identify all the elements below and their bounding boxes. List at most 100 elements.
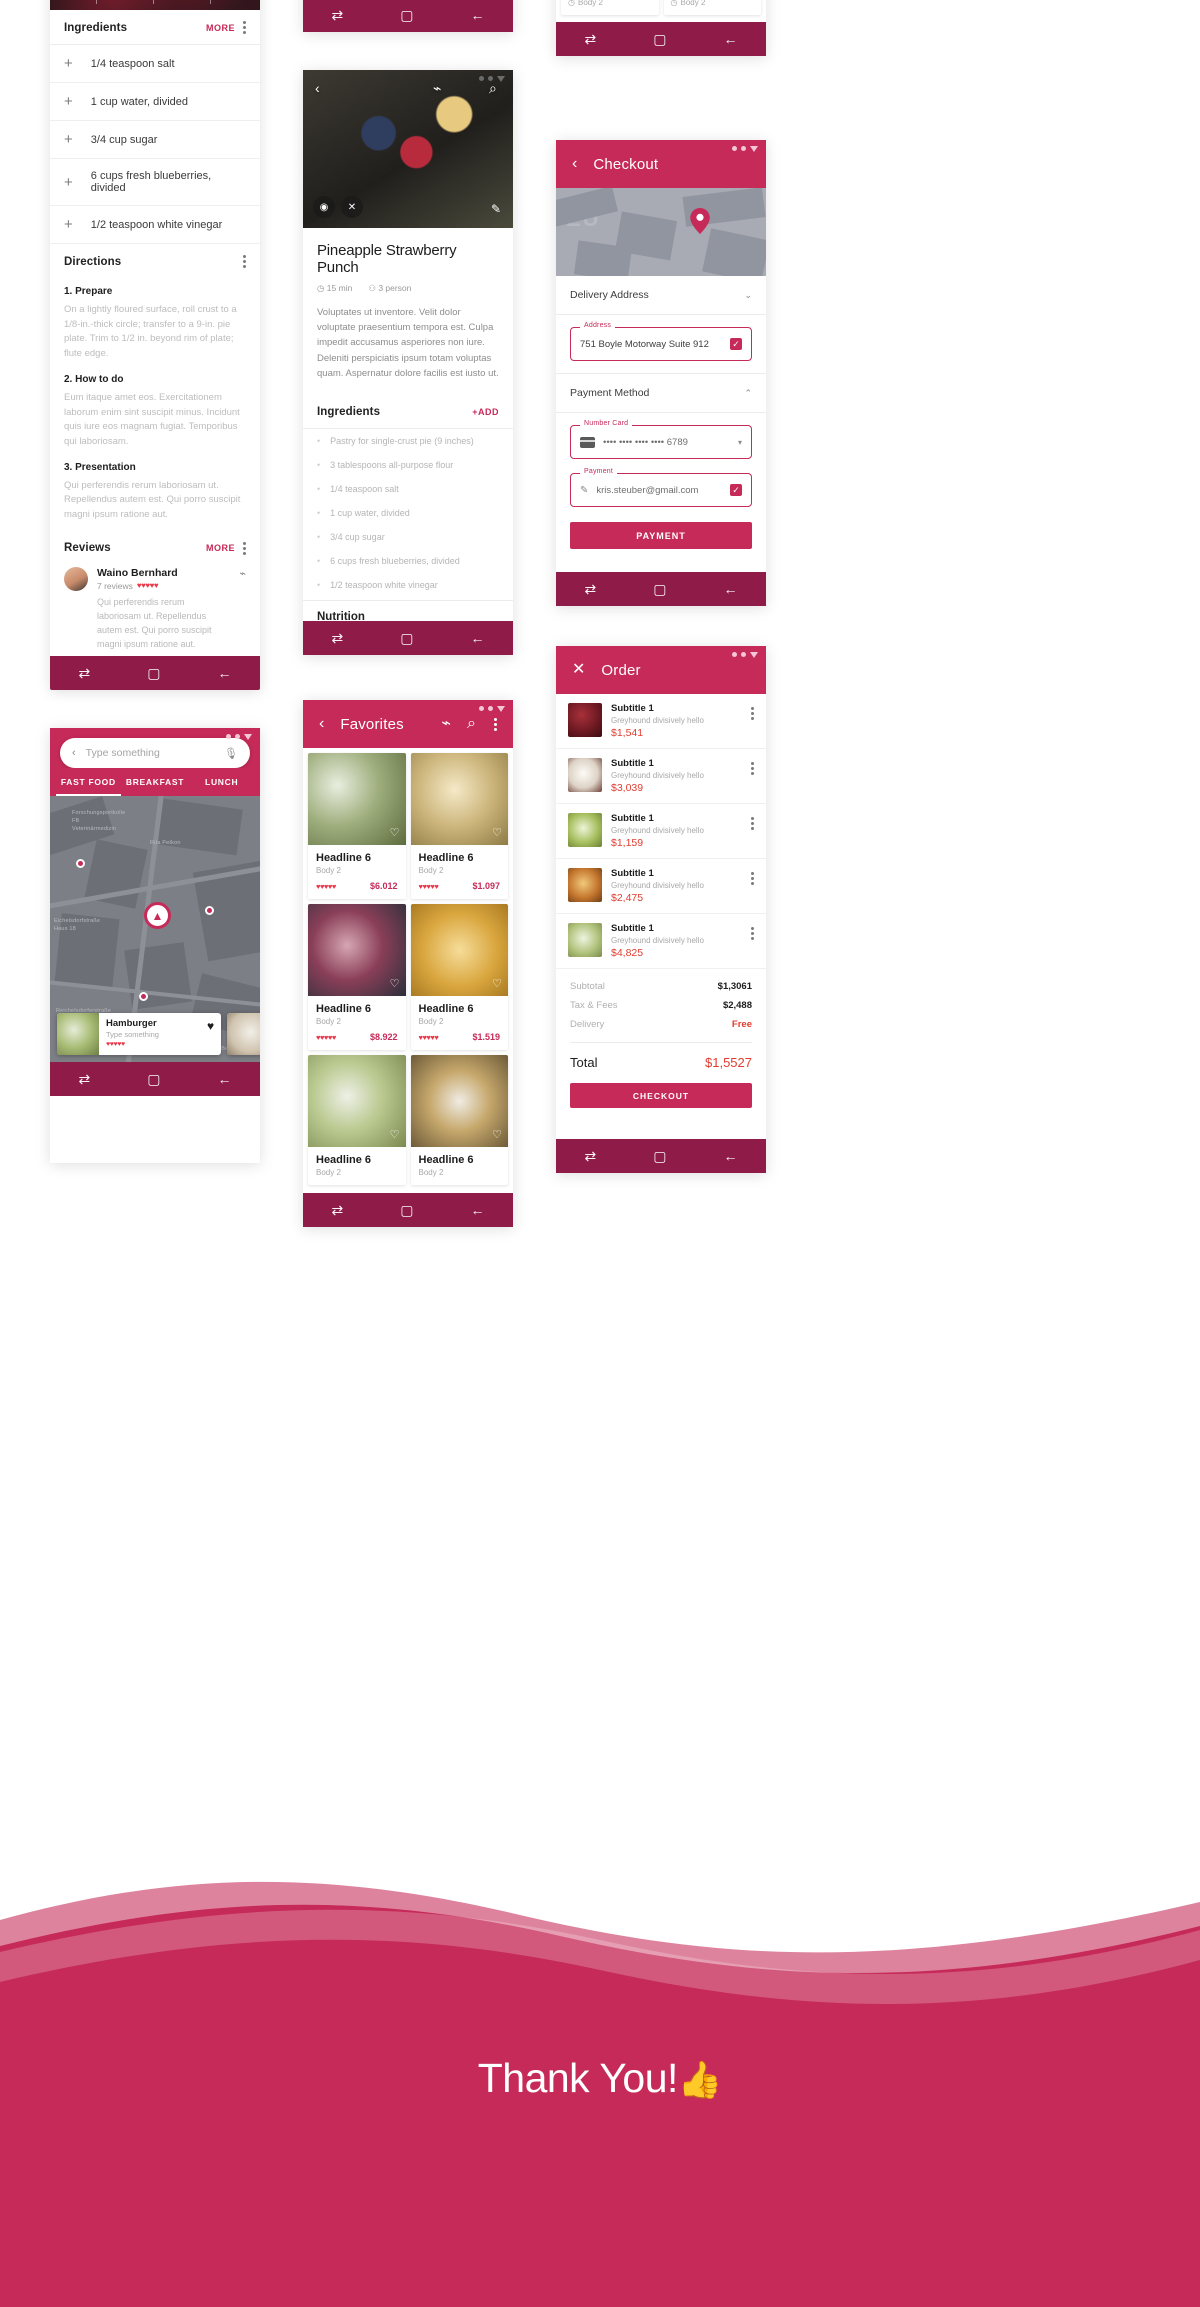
overflow-menu-icon[interactable]	[243, 541, 246, 555]
home-icon[interactable]: ▢	[147, 1072, 160, 1086]
recents-icon[interactable]: ⇄	[585, 1149, 597, 1163]
ingredient-row[interactable]: + 1/4 teaspoon salt	[50, 45, 260, 83]
recents-icon[interactable]: ⇄	[332, 1203, 344, 1217]
overflow-menu-icon[interactable]	[751, 872, 754, 885]
search-icon[interactable]: ⌕	[489, 80, 497, 97]
home-icon[interactable]: ▢	[147, 666, 160, 680]
home-icon[interactable]: ▢	[400, 8, 413, 22]
tab-fast-food[interactable]: FAST FOOD	[56, 777, 121, 796]
back-icon[interactable]: ←	[470, 1203, 484, 1217]
favorite-icon[interactable]: ♡	[390, 826, 400, 839]
back-icon[interactable]: ←	[217, 1072, 231, 1086]
back-icon[interactable]: ←	[470, 8, 484, 22]
back-icon[interactable]: ←	[723, 582, 737, 596]
home-icon[interactable]: ▢	[653, 1149, 666, 1163]
ingredient-row[interactable]: + 1/2 teaspoon white vinegar	[50, 206, 260, 244]
home-icon[interactable]: ▢	[653, 582, 666, 596]
plus-icon[interactable]: +	[64, 94, 73, 109]
recents-icon[interactable]: ⇄	[585, 582, 597, 596]
home-icon[interactable]: ▢	[400, 1203, 413, 1217]
plus-icon[interactable]: +	[64, 217, 73, 232]
favorite-card[interactable]: ♡ Headline 6 Body 2 ♥♥♥♥♥ $8.922	[308, 904, 406, 1050]
recents-icon[interactable]: ⇄	[332, 8, 344, 22]
checkout-button[interactable]: CHECKOUT	[570, 1083, 752, 1108]
order-item[interactable]: Subtitle 1 Greyhound divisively hello $1…	[556, 804, 766, 859]
category-icon[interactable]: ◉	[313, 196, 335, 218]
delivery-map[interactable]: EU	[556, 188, 766, 276]
plus-icon[interactable]: +	[64, 132, 73, 147]
favorite-card[interactable]: ♡ Headline 6 Body 2 ♥♥♥♥♥ $1.519	[410, 904, 508, 1050]
favorite-card[interactable]: ♡ Headline 6 Body 2 ♥♥♥♥♥ $1.097	[410, 753, 508, 899]
overflow-menu-icon[interactable]	[243, 21, 246, 34]
overflow-menu-icon[interactable]	[751, 927, 754, 940]
chevron-down-icon[interactable]: ⌄	[744, 290, 752, 301]
back-icon[interactable]: ‹	[315, 80, 320, 96]
recents-icon[interactable]: ⇄	[79, 666, 91, 680]
favorite-icon[interactable]: ♡	[492, 1128, 502, 1141]
order-item[interactable]: Subtitle 1 Greyhound divisively hello $2…	[556, 859, 766, 914]
map-pin[interactable]	[76, 859, 85, 868]
order-item[interactable]: Subtitle 1 Greyhound divisively hello $4…	[556, 914, 766, 969]
favorite-icon[interactable]: ♡	[492, 977, 502, 990]
favorite-icon[interactable]: ♡	[390, 977, 400, 990]
back-icon[interactable]: ‹	[319, 716, 324, 732]
favorite-card[interactable]: ♡ Headline 6 Body 2 ♥♥♥♥♥ $6.012	[308, 753, 406, 899]
share-icon[interactable]: ⌁	[433, 80, 441, 97]
more-link[interactable]: MORE	[206, 23, 235, 33]
ingredient-row[interactable]: + 6 cups fresh blueberries, divided	[50, 159, 260, 206]
back-icon[interactable]: ‹	[572, 156, 577, 172]
overflow-menu-icon[interactable]	[751, 817, 754, 830]
plus-icon[interactable]: +	[64, 56, 73, 71]
back-icon[interactable]: ←	[723, 32, 737, 46]
recents-icon[interactable]: ⇄	[585, 32, 597, 46]
map-result-card[interactable]: Hamburger Type something ♥♥♥♥♥ ♥	[57, 1013, 222, 1055]
favorite-icon[interactable]: ♡	[492, 826, 502, 839]
close-icon[interactable]: ✕	[572, 662, 585, 678]
recommendation-card[interactable]: Headline 6 ◷ Body 2	[561, 0, 659, 15]
home-icon[interactable]: ▢	[653, 32, 666, 46]
favorite-card[interactable]: ♡ Headline 6 Body 2	[410, 1055, 508, 1185]
map-pin[interactable]	[205, 906, 214, 915]
overflow-menu-icon[interactable]	[494, 717, 497, 731]
map-result-card[interactable]	[227, 1013, 260, 1055]
tab-lunch[interactable]: LUNCH	[189, 777, 254, 796]
favorite-icon[interactable]: ♥	[207, 1013, 221, 1055]
payment-button[interactable]: PAYMENT	[570, 522, 752, 549]
share-icon[interactable]: ⌁	[239, 567, 246, 652]
order-item[interactable]: Subtitle 1 Greyhound divisively hello $3…	[556, 749, 766, 804]
favorite-icon[interactable]: ♡	[390, 1128, 400, 1141]
search-input[interactable]: ‹ Type something 🎙	[60, 738, 250, 768]
map-pin[interactable]	[139, 992, 148, 1001]
search-icon[interactable]: ⌕	[467, 716, 476, 732]
ingredient-row[interactable]: + 1 cup water, divided	[50, 83, 260, 121]
back-icon[interactable]: ‹	[72, 747, 76, 759]
address-field[interactable]: Address 751 Boyle Motorway Suite 912 ✓	[570, 322, 752, 361]
overflow-menu-icon[interactable]	[243, 255, 246, 268]
recents-icon[interactable]: ⇄	[79, 1072, 91, 1086]
current-location-marker[interactable]: ▲	[144, 902, 171, 929]
home-icon[interactable]: ▢	[400, 631, 413, 645]
delivery-address-section[interactable]: Delivery Address ⌄	[556, 276, 766, 315]
recents-icon[interactable]: ⇄	[332, 631, 344, 645]
plus-icon[interactable]: +	[64, 175, 73, 190]
chevron-up-icon[interactable]: ⌃	[744, 388, 752, 399]
order-item[interactable]: Subtitle 1 Greyhound divisively hello $1…	[556, 694, 766, 749]
map-view[interactable]: Forschungsportkolle FB Veterinärmedizin …	[50, 796, 260, 1062]
payment-method-section[interactable]: Payment Method ⌃	[556, 373, 766, 413]
tab-breakfast[interactable]: BREAKFAST	[123, 777, 188, 796]
overflow-menu-icon[interactable]	[751, 762, 754, 775]
microphone-icon[interactable]: 🎙	[224, 747, 238, 760]
recommendation-card[interactable]: Headline 6 ◷ Body 2	[663, 0, 761, 15]
chevron-down-icon[interactable]: ▾	[738, 438, 742, 447]
favorite-card[interactable]: ♡ Headline 6 Body 2	[308, 1055, 406, 1185]
add-link[interactable]: +ADD	[472, 407, 499, 417]
share-icon[interactable]: ⌁	[441, 716, 451, 732]
more-link[interactable]: MORE	[206, 543, 235, 553]
card-number-field[interactable]: Number Card •••• •••• •••• •••• 6789 ▾	[570, 420, 752, 459]
back-icon[interactable]: ←	[217, 666, 231, 680]
ingredient-row[interactable]: + 3/4 cup sugar	[50, 121, 260, 159]
overflow-menu-icon[interactable]	[751, 707, 754, 720]
back-icon[interactable]: ←	[723, 1149, 737, 1163]
edit-icon[interactable]: ✎	[491, 202, 501, 216]
cutlery-icon[interactable]: ✕	[341, 196, 363, 218]
